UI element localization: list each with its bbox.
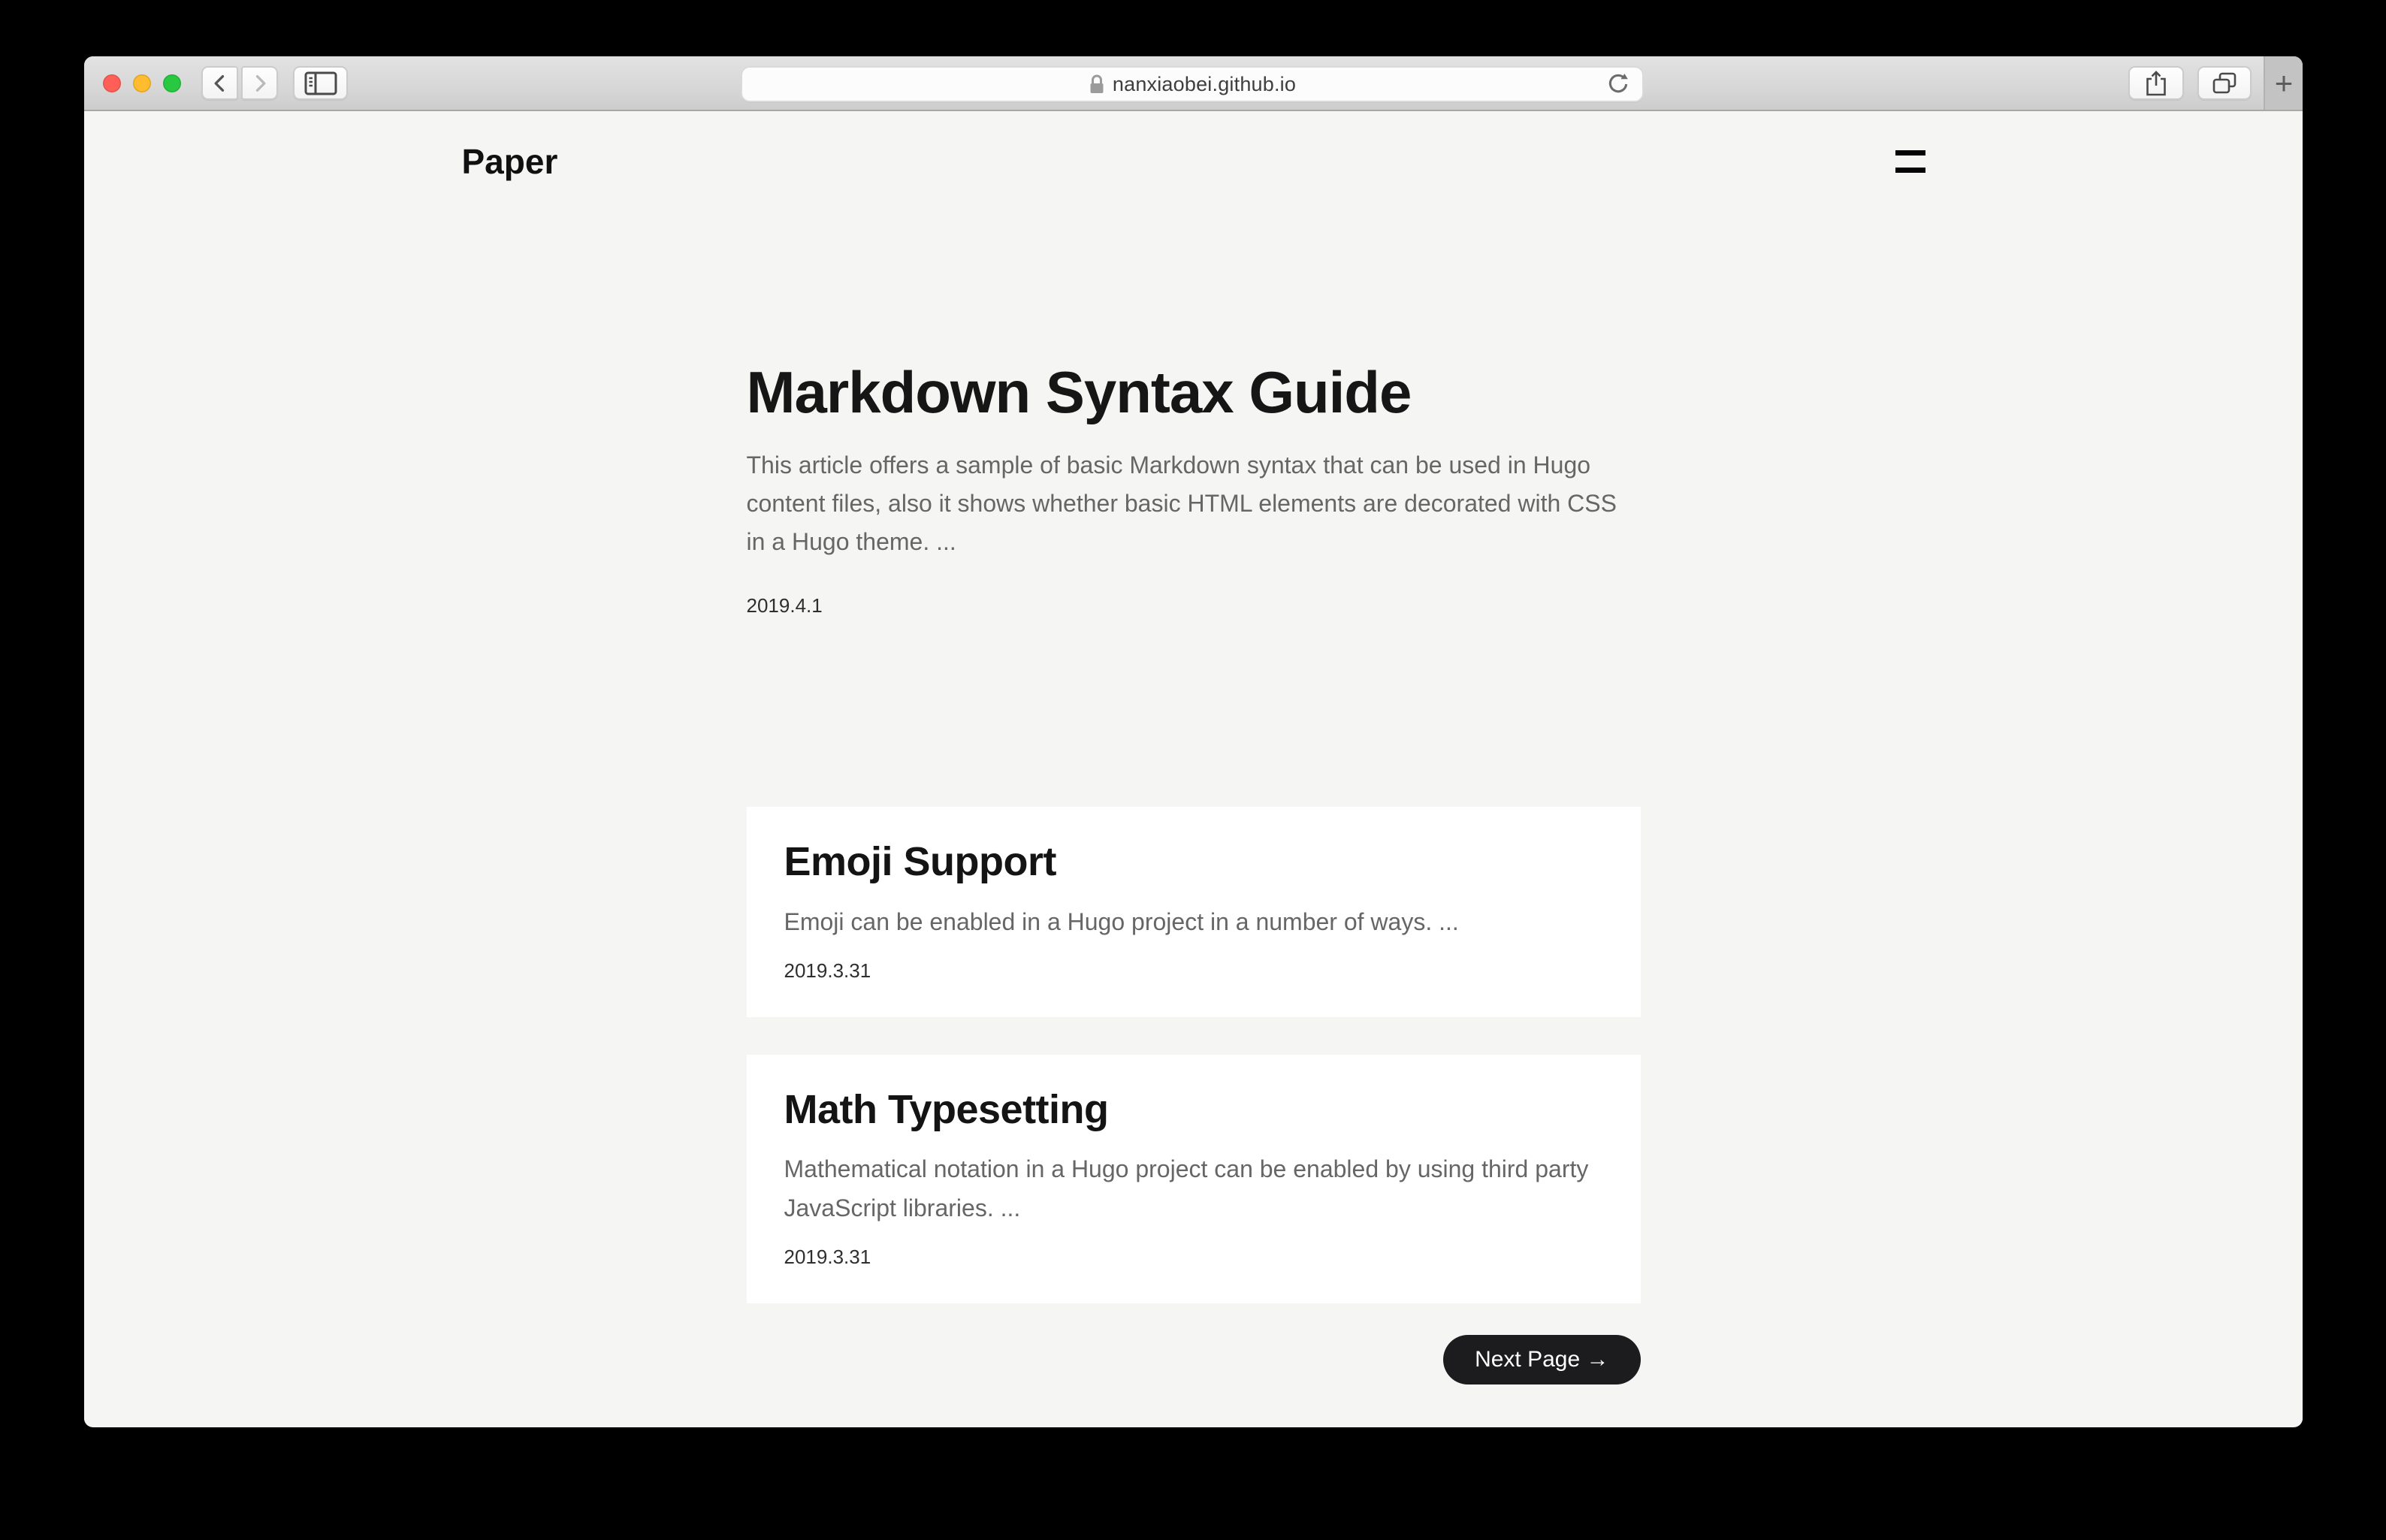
menu-icon[interactable] <box>1895 147 1925 176</box>
sidebar-toggle-button[interactable] <box>293 66 348 100</box>
back-button[interactable] <box>201 66 238 100</box>
browser-window: nanxiaobei.github.io <box>84 56 2303 1427</box>
site-header: Paper <box>462 111 1925 182</box>
post-card-date: 2019.3.31 <box>784 959 1603 983</box>
window-controls <box>103 74 181 92</box>
chevron-left-icon <box>210 73 231 94</box>
post-card-emoji-support[interactable]: Emoji Support Emoji can be enabled in a … <box>747 807 1641 1017</box>
share-button[interactable] <box>2128 66 2184 100</box>
pagination: Next Page → <box>747 1335 1641 1384</box>
post-list: Emoji Support Emoji can be enabled in a … <box>747 807 1641 1303</box>
refresh-button[interactable] <box>1606 72 1630 96</box>
browser-toolbar: nanxiaobei.github.io <box>84 56 2303 111</box>
address-text: nanxiaobei.github.io <box>1113 73 1296 96</box>
featured-post-date: 2019.4.1 <box>747 594 1641 618</box>
web-page: Paper Markdown Syntax Guide This article… <box>84 111 2303 1426</box>
featured-post-title[interactable]: Markdown Syntax Guide <box>747 359 1641 427</box>
share-icon <box>2145 70 2167 97</box>
forward-button[interactable] <box>241 66 278 100</box>
featured-post-excerpt: This article offers a sample of basic Ma… <box>747 446 1641 562</box>
next-page-button[interactable]: Next Page → <box>1443 1335 1640 1384</box>
post-card-excerpt: Emoji can be enabled in a Hugo project i… <box>784 903 1603 941</box>
post-card-date: 2019.3.31 <box>784 1246 1603 1269</box>
content-column: Markdown Syntax Guide This article offer… <box>747 359 1641 1384</box>
close-window-button[interactable] <box>103 74 121 92</box>
featured-post: Markdown Syntax Guide This article offer… <box>747 359 1641 618</box>
tab-overview-button[interactable] <box>2197 66 2252 100</box>
lock-icon <box>1089 74 1105 95</box>
tabs-icon <box>2212 71 2237 95</box>
address-bar[interactable]: nanxiaobei.github.io <box>741 66 1644 102</box>
plus-icon: + <box>2275 68 2294 99</box>
post-card-math-typesetting[interactable]: Math Typesetting Mathematical notation i… <box>747 1055 1641 1303</box>
sidebar-icon <box>304 71 337 95</box>
site-title-link[interactable]: Paper <box>462 141 558 182</box>
chevron-right-icon <box>249 73 270 94</box>
new-tab-button[interactable]: + <box>2264 56 2303 110</box>
post-card-excerpt: Mathematical notation in a Hugo project … <box>784 1150 1603 1227</box>
post-card-title[interactable]: Math Typesetting <box>784 1085 1603 1136</box>
zoom-window-button[interactable] <box>163 74 181 92</box>
minimize-window-button[interactable] <box>133 74 151 92</box>
post-card-title[interactable]: Emoji Support <box>784 837 1603 888</box>
